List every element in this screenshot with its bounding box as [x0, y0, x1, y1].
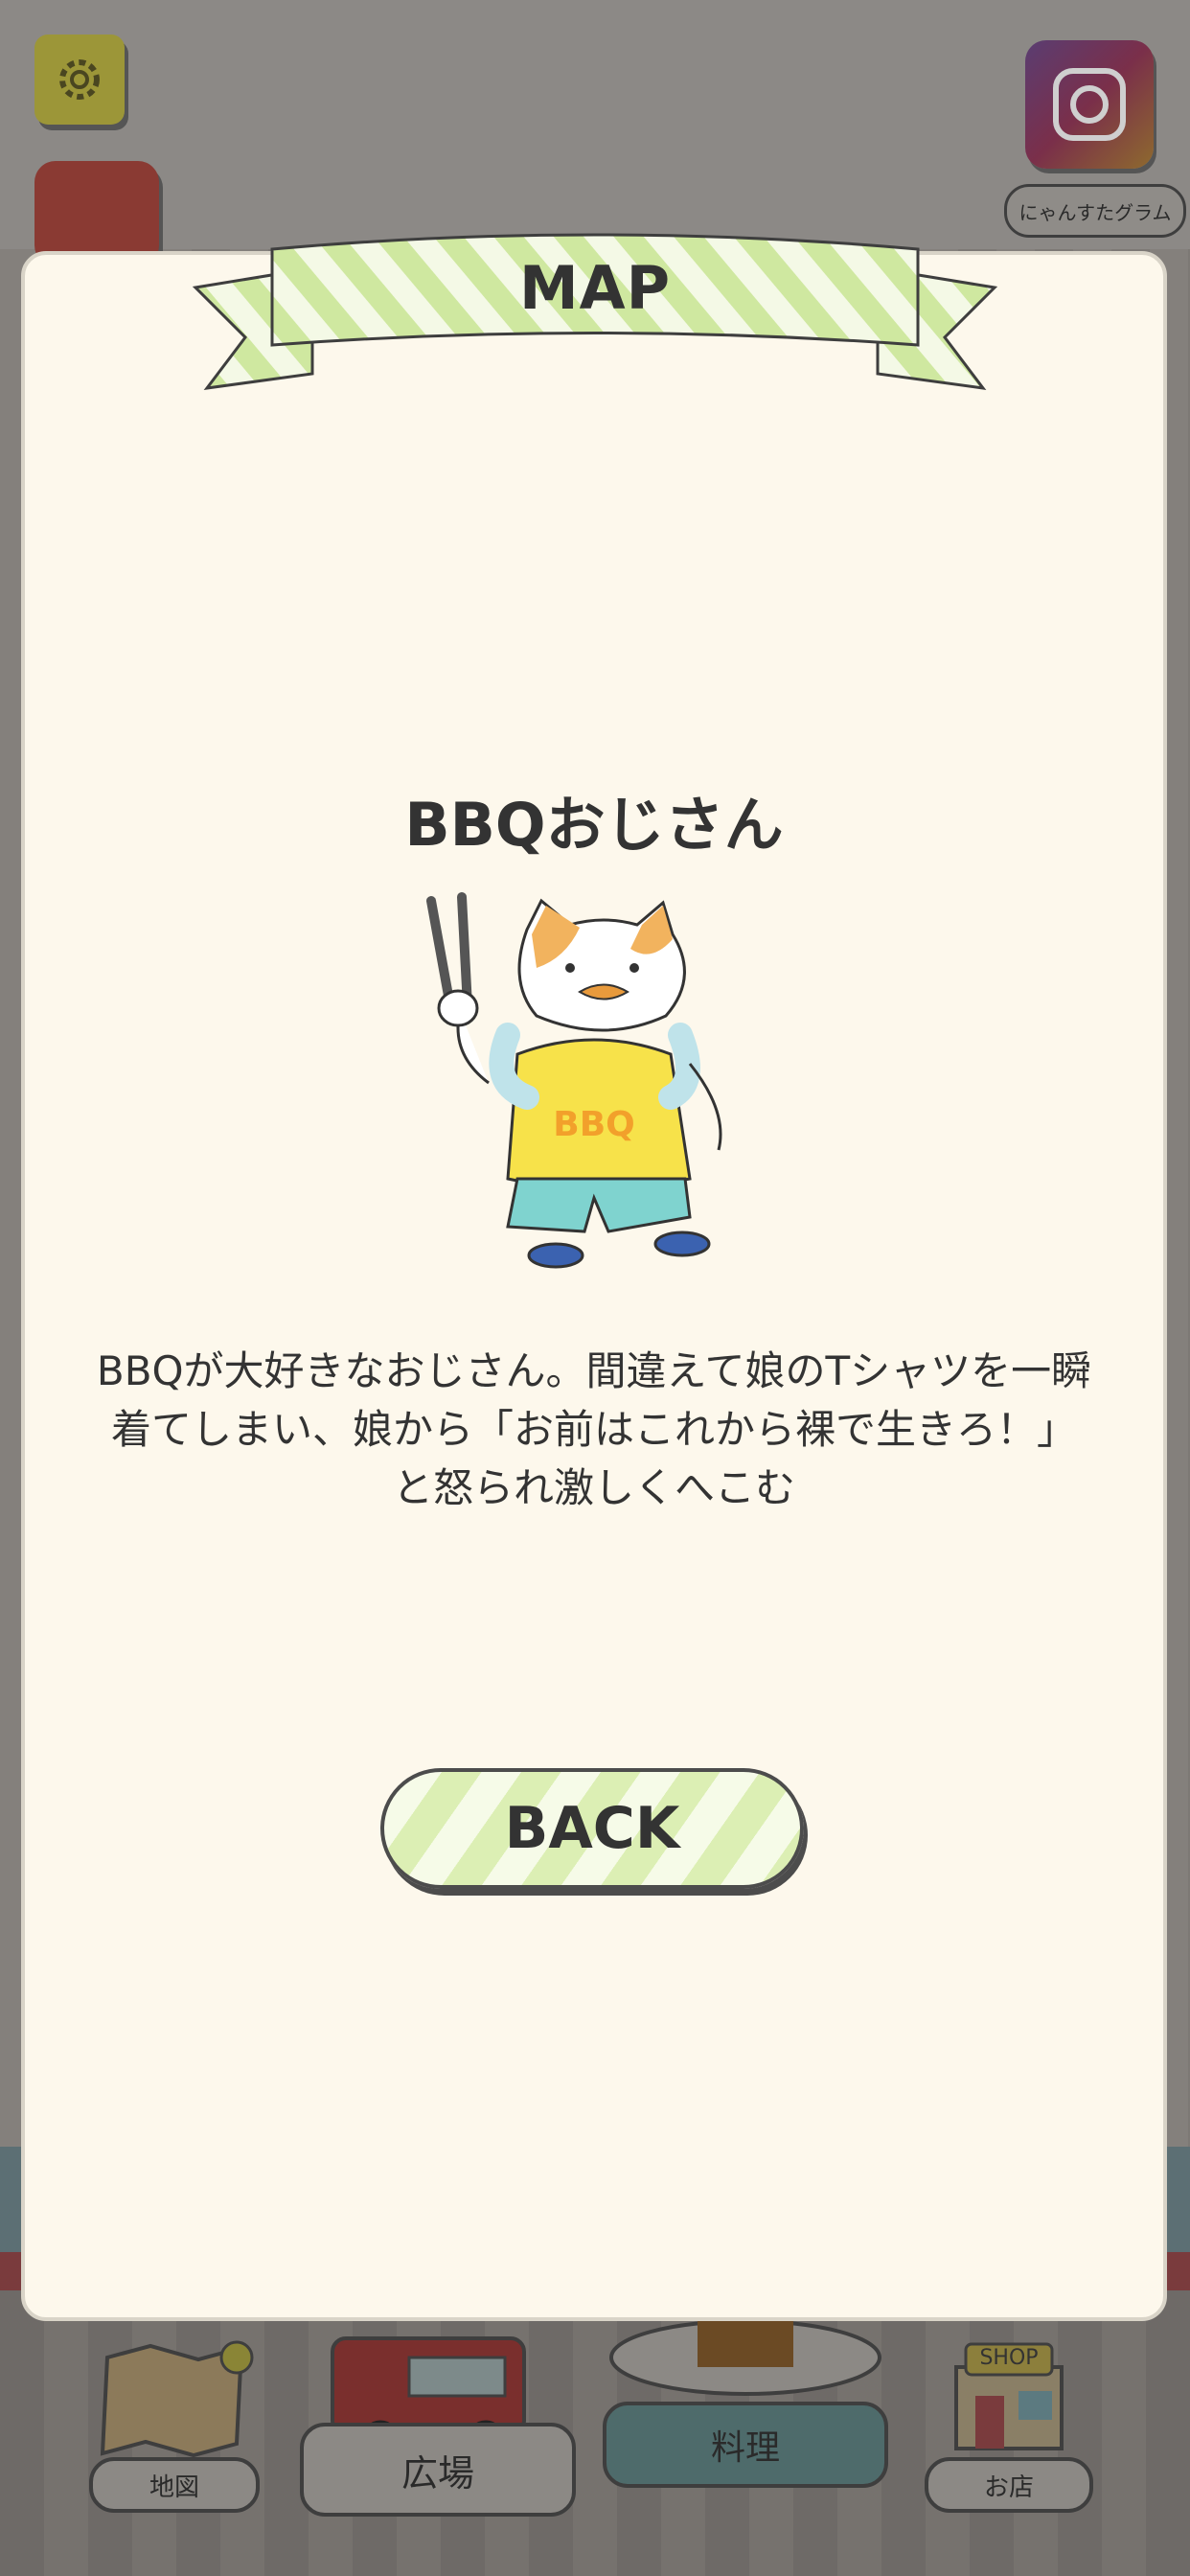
modal-title: MAP [518, 252, 672, 323]
nyansutagram-button[interactable] [1025, 40, 1154, 169]
character-description: BBQが大好きなおじさん。間違えて娘のTシャツを一瞬着てしまい、娘から「お前はこ… [96, 1347, 1092, 1511]
nav-shop-button[interactable]: SHOP お店 [924, 2338, 1094, 2520]
bbq-uncle-cat-illustration: BBQ [426, 892, 722, 1269]
character-detail-modal [21, 251, 1167, 2321]
nav-plaza-button[interactable]: 広場 [299, 2319, 577, 2520]
nyansutagram-label: にゃんすたグラム [1004, 184, 1186, 238]
nav-map-button[interactable]: 地図 [88, 2338, 261, 2520]
settings-button[interactable] [34, 34, 125, 125]
shop-sign-text: SHOP [979, 2346, 1039, 2370]
map-icon [100, 2340, 254, 2458]
camera-icon [1053, 68, 1126, 141]
nav-cooking-button[interactable]: 料理 [602, 2319, 889, 2511]
shirt-text: BBQ [553, 1105, 634, 1144]
nav-map-label: 地図 [89, 2457, 260, 2513]
nav-plaza-label: 広場 [300, 2423, 576, 2517]
nav-cooking-label: 料理 [603, 2402, 888, 2488]
nav-shop-label: お店 [925, 2457, 1093, 2513]
character-name: BBQおじさん [404, 790, 784, 860]
gear-icon [59, 59, 100, 100]
back-button[interactable]: BACK [380, 1768, 804, 1889]
